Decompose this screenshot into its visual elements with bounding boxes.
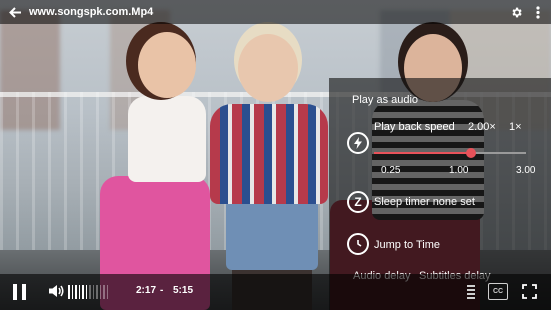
speed-tick-max: 3.00 bbox=[516, 165, 536, 176]
time-separator: - bbox=[160, 285, 164, 296]
jump-to-time-option[interactable]: Jump to Time bbox=[374, 239, 440, 251]
sleep-timer-option[interactable]: Sleep timer none set bbox=[374, 196, 475, 208]
volume-bar bbox=[99, 285, 101, 299]
speed-tick-min: 0.25 bbox=[381, 165, 401, 176]
pause-bar-right bbox=[22, 284, 26, 300]
volume-bar bbox=[106, 285, 108, 299]
vertical-dots-icon-svg bbox=[536, 5, 540, 19]
person-middle-head bbox=[238, 34, 298, 102]
equalizer-icon[interactable] bbox=[466, 283, 476, 300]
clock-icon bbox=[347, 233, 369, 255]
total-time: 5:15 bbox=[173, 285, 194, 296]
volume-icon[interactable] bbox=[48, 284, 66, 300]
fullscreen-icon-svg bbox=[521, 284, 537, 299]
volume-bar bbox=[92, 285, 94, 299]
volume-bar bbox=[96, 285, 98, 299]
sleep-z-glyph: Z bbox=[354, 195, 362, 209]
volume-icon-svg bbox=[49, 285, 64, 297]
person-left-top bbox=[128, 96, 206, 182]
speed-tick-mid: 1.00 bbox=[449, 165, 469, 176]
video-title: www.songspk.com.Mp4 bbox=[29, 6, 154, 18]
volume-bar bbox=[103, 285, 105, 299]
clock-icon-svg bbox=[357, 240, 362, 247]
volume-bar bbox=[82, 285, 84, 299]
lightning-icon bbox=[347, 132, 369, 154]
volume-bar bbox=[89, 285, 91, 299]
play-as-audio-option[interactable]: Play as audio bbox=[352, 94, 418, 106]
pause-bar-left bbox=[13, 284, 17, 300]
volume-bar bbox=[71, 285, 73, 299]
playback-speed-slider[interactable] bbox=[374, 148, 526, 158]
closed-captions-icon[interactable]: CC bbox=[488, 283, 508, 300]
volume-bar bbox=[78, 285, 80, 299]
arrow-left-icon[interactable] bbox=[2, 0, 28, 24]
lightning-icon-svg bbox=[354, 137, 362, 149]
playback-speed-fill bbox=[374, 152, 471, 154]
playback-speed-label: Play back speed bbox=[374, 121, 455, 133]
gear-icon-svg bbox=[511, 7, 522, 17]
playback-speed-value: 2.00× bbox=[468, 121, 496, 133]
arrow-left-icon-svg bbox=[8, 6, 21, 18]
playback-speed-alt[interactable]: 1× bbox=[509, 121, 522, 133]
volume-bar bbox=[68, 285, 70, 299]
person-middle-shirt bbox=[210, 104, 328, 204]
top-bar: www.songspk.com.Mp4 bbox=[0, 0, 551, 24]
sleep-timer-icon: Z bbox=[347, 191, 369, 213]
gear-icon[interactable] bbox=[509, 0, 523, 24]
playback-speed-thumb[interactable] bbox=[465, 148, 476, 158]
top-right-actions bbox=[509, 0, 545, 24]
pause-icon[interactable] bbox=[13, 284, 27, 300]
volume-level-bars[interactable] bbox=[68, 285, 108, 299]
vertical-dots-icon[interactable] bbox=[531, 0, 545, 24]
bottom-control-bar: 2:17 - 5:15 CC bbox=[0, 274, 551, 310]
equalizer-icon-svg bbox=[467, 285, 475, 299]
volume-bar bbox=[75, 285, 77, 299]
current-time: 2:17 bbox=[136, 285, 157, 296]
person-middle-shorts bbox=[226, 200, 318, 270]
volume-bar bbox=[85, 285, 87, 299]
person-left-head bbox=[138, 32, 196, 98]
fullscreen-icon[interactable] bbox=[521, 283, 537, 300]
